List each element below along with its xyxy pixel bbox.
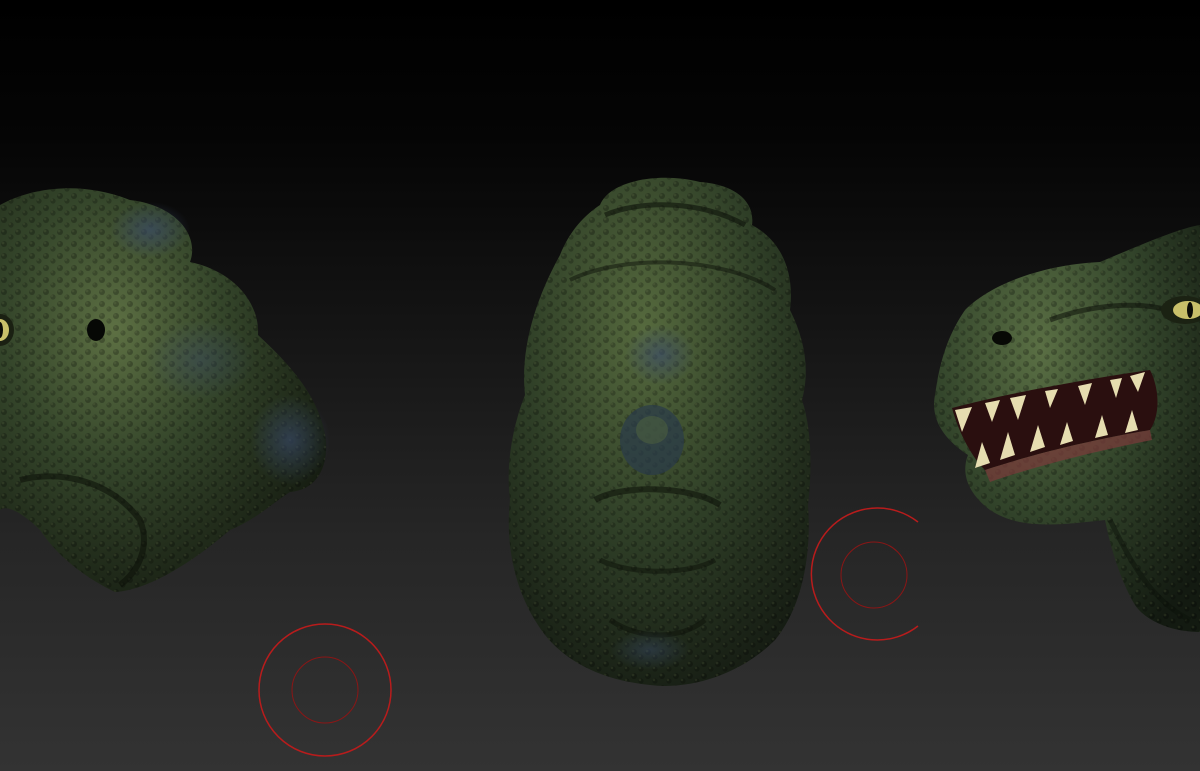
- creature-head-front-view: [508, 177, 811, 686]
- nostril-side-view: [992, 331, 1012, 345]
- zbrush-viewport[interactable]: [0, 0, 1200, 771]
- creature-head-side-view: [934, 225, 1200, 632]
- sculpt-canvas[interactable]: [0, 0, 1200, 771]
- brush-cursor-2[interactable]: [810, 507, 919, 641]
- brush-cursor-1[interactable]: [258, 623, 392, 757]
- nostril-left-view: [87, 319, 105, 341]
- creature-head-left-view: [0, 188, 330, 592]
